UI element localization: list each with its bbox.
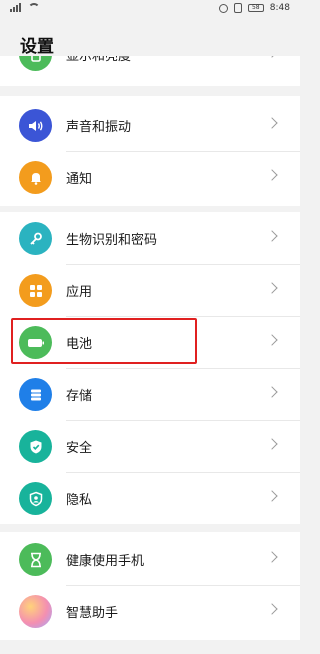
settings-item-sound[interactable]: 声音和振动 xyxy=(0,99,300,151)
settings-group-display: 显示和亮度 xyxy=(0,56,300,86)
chevron-right-icon xyxy=(266,230,278,242)
settings-item-security[interactable]: 安全 xyxy=(0,420,300,472)
settings-item-label: 智慧助手 xyxy=(66,606,119,621)
settings-group-sound: 声音和振动 通知 xyxy=(0,96,300,206)
settings-item-display[interactable]: 显示和亮度 xyxy=(0,56,300,80)
chevron-right-icon xyxy=(266,282,278,294)
chevron-right-icon xyxy=(266,169,278,181)
settings-group-wellbeing: 健康使用手机 智慧助手 xyxy=(0,532,300,640)
settings-item-privacy[interactable]: 隐私 xyxy=(0,472,300,524)
assistant-icon xyxy=(19,595,52,628)
settings-item-label: 显示和亮度 xyxy=(66,56,132,64)
hourglass-icon xyxy=(19,543,52,576)
chevron-right-icon xyxy=(266,117,278,129)
chevron-right-icon xyxy=(266,490,278,502)
key-icon xyxy=(19,222,52,255)
signal-icon xyxy=(10,3,24,12)
page-title: 设置 xyxy=(20,37,54,57)
settings-item-assistant[interactable]: 智慧助手 xyxy=(0,585,300,637)
settings-item-label: 生物识别和密码 xyxy=(66,233,158,248)
chevron-right-icon xyxy=(266,603,278,615)
settings-item-apps[interactable]: 应用 xyxy=(0,264,300,316)
vibrate-icon xyxy=(233,3,242,13)
shield-icon xyxy=(19,430,52,463)
display-icon xyxy=(19,56,52,71)
battery-status-icon: 58 xyxy=(247,4,264,12)
settings-item-label: 通知 xyxy=(66,172,93,187)
settings-item-label: 安全 xyxy=(66,441,93,456)
chevron-right-icon xyxy=(266,334,278,346)
settings-item-label: 健康使用手机 xyxy=(66,554,145,569)
chevron-right-icon xyxy=(266,56,278,58)
settings-item-label: 存储 xyxy=(66,389,93,404)
privacy-icon xyxy=(19,482,52,515)
sound-icon xyxy=(19,109,52,142)
status-bar: 58 8:48 xyxy=(0,0,300,18)
storage-icon xyxy=(19,378,52,411)
settings-item-digital-balance[interactable]: 健康使用手机 xyxy=(0,533,300,585)
settings-item-label: 声音和振动 xyxy=(66,120,132,135)
settings-item-biometrics[interactable]: 生物识别和密码 xyxy=(0,212,300,264)
apps-icon xyxy=(19,274,52,307)
highlight-box xyxy=(11,318,197,364)
wifi-icon xyxy=(28,3,40,12)
settings-group-system: 生物识别和密码 应用 电池 存储 安全 隐私 xyxy=(0,212,300,524)
settings-item-notifications[interactable]: 通知 xyxy=(0,151,300,203)
chevron-right-icon xyxy=(266,551,278,563)
settings-item-storage[interactable]: 存储 xyxy=(0,368,300,420)
status-time: 8:48 xyxy=(269,3,290,13)
chevron-right-icon xyxy=(266,438,278,450)
settings-item-label: 应用 xyxy=(66,285,93,300)
bell-icon xyxy=(19,161,52,194)
battery-level: 58 xyxy=(251,4,260,11)
settings-item-label: 隐私 xyxy=(66,493,93,508)
chevron-right-icon xyxy=(266,386,278,398)
alarm-icon xyxy=(218,3,228,13)
